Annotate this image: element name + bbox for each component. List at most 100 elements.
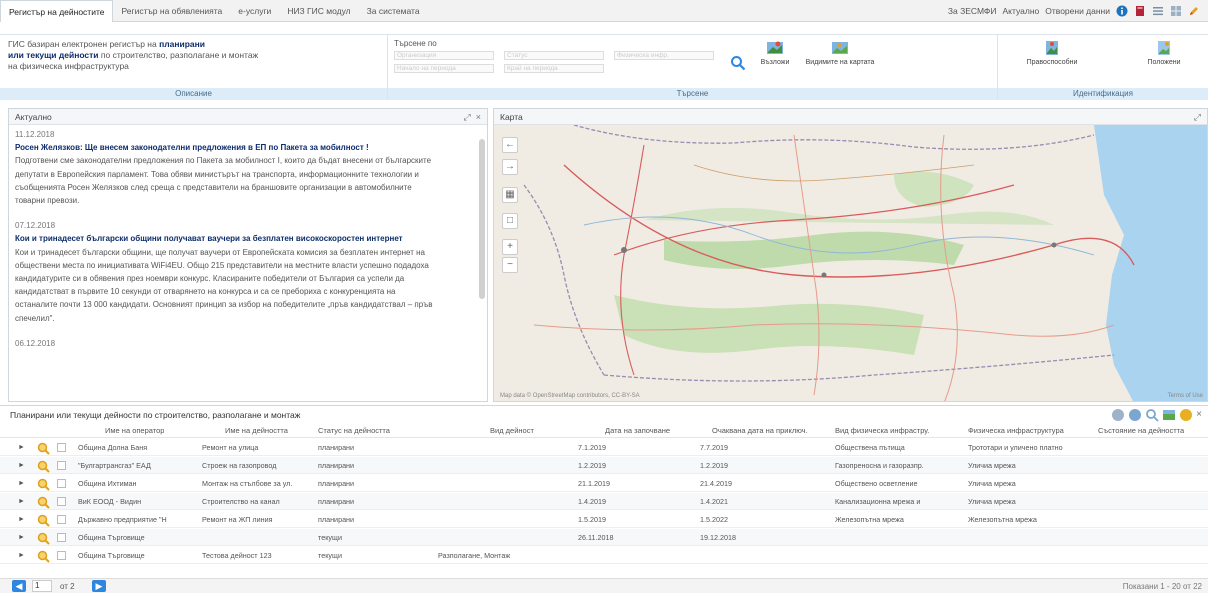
news-title[interactable]: Росен Желязков: Ще внесем законодателни … [15,141,481,154]
map-forward-icon[interactable]: → [502,159,518,175]
table-row[interactable]: ► Община Долна Баня Ремонт на улица планира… [0,439,1208,456]
search-icon[interactable] [730,55,746,71]
grid-body: ► Община Долна Баня Ремонт на улица планира… [0,439,1208,578]
row-expand-icon[interactable]: ► [18,529,25,546]
assign-button[interactable]: Възложи [760,39,790,66]
row-checkbox[interactable] [57,479,66,488]
tab-e-services[interactable]: е-услуги [230,0,279,22]
col-state[interactable]: Състояние на дейността [1098,423,1184,438]
news-line: съобщенията Росен Желязков след среща с … [15,182,412,192]
col-infra-type[interactable]: Вид физическа инфрастру. [835,423,929,438]
page-number-input[interactable]: 1 [32,580,52,592]
zoom-to-icon[interactable] [37,478,50,491]
col-type[interactable]: Вид дейност [490,423,534,438]
map-attribution: Map data © OpenStreetMap contributors, C… [500,393,640,399]
table-cell: 7.7.2019 [700,443,728,452]
book-icon[interactable] [1134,5,1146,17]
grid-icon[interactable] [1170,5,1182,17]
news-title[interactable]: Кои и тринадесет български общини получа… [15,232,481,245]
news-panel-controls: ⤢ × [464,109,481,125]
ribbon-identification-footer: Идентификация [998,88,1208,100]
news-scrollbar[interactable] [479,139,485,299]
search-icon[interactable] [1145,408,1159,422]
row-expand-icon[interactable]: ► [18,475,25,492]
table-cell: Община Търговище [78,551,145,560]
zoom-to-icon[interactable] [37,532,50,545]
map-zoom-in-icon[interactable]: + [502,239,518,255]
table-cell: 7.1.2019 [578,443,606,452]
map-terms[interactable]: Terms of Use [1168,393,1203,399]
row-expand-icon[interactable]: ► [18,511,25,528]
placed-button-label: Положени [1147,59,1181,66]
search-field-organization[interactable]: Организация [394,51,494,60]
qualified-icon [1046,41,1058,55]
search-label: Търсене по [394,39,437,48]
row-expand-icon[interactable]: ► [18,439,25,456]
map-icon[interactable] [1162,408,1176,422]
map-layers-icon[interactable]: ▦ [502,187,518,203]
col-status[interactable]: Статус на дейността [318,423,390,438]
zoom-to-icon[interactable] [37,550,50,563]
row-checkbox[interactable] [57,515,66,524]
map-back-icon[interactable]: ← [502,137,518,153]
map-expand-icon[interactable]: ⤢ [1194,109,1201,125]
table-cell: Община Долна Баня [78,443,148,452]
search-field-status[interactable]: Статус [504,51,604,60]
col-start-date[interactable]: Дата на започване [605,423,670,438]
row-checkbox[interactable] [57,461,66,470]
placed-button[interactable]: Положени [1134,39,1194,66]
visible-on-map-button[interactable]: Видимите на картата [800,39,880,66]
expand-icon[interactable]: ⤢ [464,112,471,122]
col-end-date[interactable]: Очаквана дата на приключ. [712,423,808,438]
about-link[interactable]: За ЗЕСМФИ [948,6,997,16]
table-row[interactable]: ► ВиК ЕООД - Видин Строителство на канал пл… [0,493,1208,510]
zoom-to-icon[interactable] [37,514,50,527]
current-link[interactable]: Актуално [1003,6,1040,16]
map-zoom-out-icon[interactable]: − [502,257,518,273]
tab-about-system[interactable]: За системата [359,0,428,22]
row-expand-icon[interactable]: ► [18,457,25,474]
col-activity[interactable]: Име на дейността [225,423,288,438]
row-expand-icon[interactable]: ► [18,547,25,564]
list-icon[interactable] [1152,5,1164,17]
search-field-infrastructure[interactable]: Физическа инфр. [614,51,714,60]
table-cell: Уличиа мрежа [968,479,1016,488]
col-operator[interactable]: Име на оператор [105,423,164,438]
close-icon[interactable]: × [476,112,481,122]
tab-gis-module[interactable]: НИЗ ГИС модул [279,0,358,22]
table-row[interactable]: ► Община Търговище Тестова дейност 123 теку… [0,547,1208,564]
zoom-to-icon[interactable] [37,442,50,455]
table-row[interactable]: ► Държавно предприятие "Н Ремонт на ЖП лин… [0,511,1208,528]
help-icon[interactable] [1179,408,1193,422]
map-canvas[interactable]: ← → ▦ □ + − Map data © OpenStreetMap con… [494,124,1207,401]
table-cell: текущи [318,533,342,542]
table-row[interactable]: ► "Булгартрансгаз" ЕАД Строеж на газопрово… [0,457,1208,474]
search-field-period-end[interactable]: Край на периода [504,64,604,73]
tab-announcements-register[interactable]: Регистър на обявленията [113,0,230,22]
table-row[interactable]: ► Община Търговище текущи 26.11.2018 19.12.2… [0,529,1208,546]
info-icon[interactable] [1116,5,1128,17]
row-checkbox[interactable] [57,533,66,542]
row-checkbox[interactable] [57,497,66,506]
close-icon[interactable]: × [1196,408,1202,422]
row-checkbox[interactable] [57,443,66,452]
table-row[interactable]: ► Община Ихтиман Монтаж на стълбове за ул.… [0,475,1208,492]
table-cell: Разполагане, Монтаж [438,551,511,560]
map-panel-title: Карта [500,112,523,122]
col-infra[interactable]: Физическа инфраструктура [968,423,1064,438]
map-fullextent-icon[interactable]: □ [502,213,518,229]
qualified-button[interactable]: Правоспособни [1022,39,1082,66]
next-page-button[interactable]: ▶ [92,580,106,592]
news-panel-title: Актуално [15,112,52,122]
search-field-period-start[interactable]: Начало на периода [394,64,494,73]
edit-icon[interactable] [1188,5,1200,17]
open-data-link[interactable]: Отворени данни [1045,6,1110,16]
tab-activities-register[interactable]: Регистър на дейностите [0,0,114,22]
row-checkbox[interactable] [57,551,66,560]
prev-page-button[interactable]: ◀ [12,580,26,592]
zoom-to-icon[interactable] [37,460,50,473]
print-icon[interactable] [1128,408,1142,422]
row-expand-icon[interactable]: ► [18,493,25,510]
zoom-to-icon[interactable] [37,496,50,509]
save-icon[interactable] [1111,408,1125,422]
